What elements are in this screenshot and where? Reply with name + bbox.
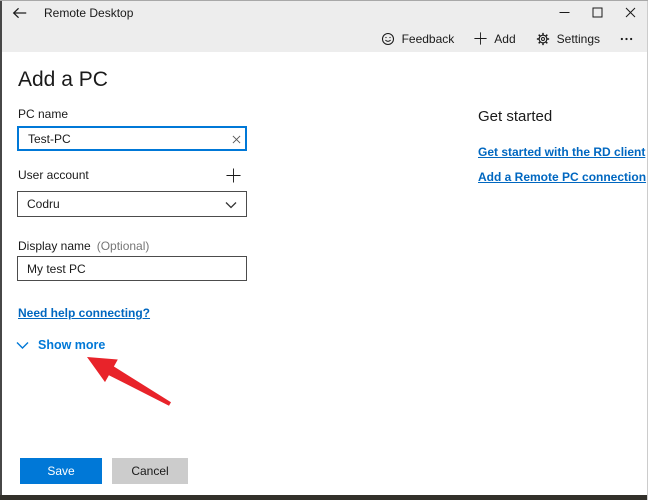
display-name-input[interactable]: [17, 256, 247, 281]
feedback-label: Feedback: [401, 31, 455, 46]
get-started-rd-client-link[interactable]: Get started with the RD client: [478, 145, 645, 159]
display-name-label-text: Display name: [18, 239, 91, 253]
need-help-link[interactable]: Need help connecting?: [18, 306, 150, 320]
plus-icon: [474, 32, 487, 45]
user-account-dropdown[interactable]: Codru: [17, 191, 247, 217]
maximize-button[interactable]: [581, 0, 614, 25]
window-edge-bottom: [0, 495, 648, 500]
title-bar: Remote Desktop: [2, 0, 647, 25]
more-button[interactable]: [620, 37, 633, 41]
page-title: Add a PC: [18, 68, 108, 91]
user-account-label: User account: [18, 168, 89, 182]
cancel-button[interactable]: Cancel: [112, 458, 188, 484]
window-edge-top: [0, 0, 648, 1]
user-account-selected-value: Codru: [27, 197, 60, 211]
show-more-label: Show more: [38, 338, 106, 352]
settings-label: Settings: [556, 31, 600, 46]
add-user-account-button[interactable]: [221, 163, 245, 187]
show-more-toggle[interactable]: Show more: [16, 338, 105, 352]
gear-icon: [536, 32, 550, 46]
chevron-down-icon: [16, 341, 29, 350]
pc-name-label: PC name: [18, 107, 69, 121]
add-remote-pc-connection-link[interactable]: Add a Remote PC connection: [478, 170, 646, 184]
plus-icon: [225, 167, 241, 183]
minimize-button[interactable]: [548, 0, 581, 25]
ellipsis-icon: [620, 37, 633, 41]
back-arrow-icon: [12, 7, 27, 19]
get-started-title: Get started: [478, 108, 553, 125]
command-bar: Feedback Add Settings: [2, 25, 647, 52]
maximize-icon: [592, 7, 603, 18]
clear-input-button[interactable]: [228, 131, 244, 147]
add-label: Add: [494, 31, 516, 46]
chevron-down-icon: [225, 201, 237, 209]
window-controls: [548, 0, 647, 25]
app-header: Remote Desktop Feedback Add Settings: [2, 0, 647, 52]
minimize-icon: [559, 7, 570, 18]
optional-hint: (Optional): [96, 239, 150, 253]
smiley-icon: [381, 32, 395, 46]
pc-name-input[interactable]: [17, 126, 247, 151]
window-title: Remote Desktop: [44, 5, 134, 20]
feedback-button[interactable]: Feedback: [381, 31, 455, 46]
clear-x-icon: [232, 135, 241, 144]
close-button[interactable]: [614, 0, 647, 25]
settings-button[interactable]: Settings: [536, 32, 600, 46]
add-button[interactable]: Add: [474, 31, 516, 46]
display-name-label: Display name (Optional): [18, 239, 149, 253]
save-button[interactable]: Save: [20, 458, 102, 484]
back-button[interactable]: [2, 0, 36, 25]
close-icon: [625, 7, 636, 18]
window-edge-left: [0, 0, 2, 500]
